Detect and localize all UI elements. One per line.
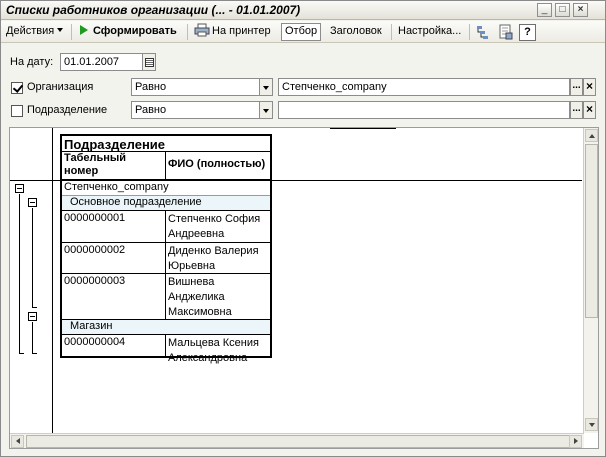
scroll-right-arrow-icon[interactable] — [569, 435, 582, 448]
dept-group-row: Основное подразделение — [62, 196, 270, 210]
org-condition-select[interactable]: Равно — [131, 78, 260, 96]
toolbar-separator — [71, 24, 72, 40]
dept-condition-select[interactable]: Равно — [131, 101, 260, 119]
chevron-down-icon[interactable] — [260, 101, 273, 119]
actions-menu-button[interactable]: Действия — [3, 23, 66, 41]
print-button[interactable]: На принтер — [191, 23, 274, 41]
toolbar-separator — [469, 24, 470, 40]
date-field[interactable]: 01.01.2007 — [60, 53, 143, 71]
help-button[interactable]: ? — [519, 24, 536, 41]
title-bar: Списки работников организации (... - 01.… — [1, 1, 605, 20]
collapse-dept-group-icon[interactable] — [28, 312, 37, 321]
org-pick-button[interactable]: ... — [570, 78, 583, 96]
report-table: Подразделение Табельный номер ФИО (полнос… — [60, 134, 272, 364]
column-header-fio: ФИО (полностью) — [168, 158, 266, 170]
org-filter-checkbox[interactable] — [11, 82, 23, 94]
tab-number-cell: 0000000002 — [64, 244, 126, 256]
group-bracket — [32, 208, 37, 308]
horizontal-scrollbar[interactable] — [10, 433, 584, 448]
toolbar-separator — [391, 24, 392, 40]
fio-cell: Диденко Валерия Юрьевна — [168, 245, 259, 272]
chevron-down-icon — [57, 28, 64, 32]
dept-filter-checkbox[interactable] — [11, 105, 23, 117]
printer-icon — [194, 23, 210, 37]
document-settings-icon[interactable] — [497, 24, 513, 40]
scroll-up-arrow-icon[interactable] — [585, 129, 598, 142]
calendar-icon[interactable] — [143, 53, 156, 71]
settings-button[interactable]: Настройка... — [395, 23, 464, 41]
report-window: Списки работников организации (... - 01.… — [0, 0, 606, 457]
dept-group-row: Магазин — [62, 320, 270, 334]
fio-cell: Мальцева Ксения Александровна — [168, 337, 259, 364]
fio-cell: Степченко София Андреевна — [168, 213, 261, 240]
maximize-button[interactable]: □ — [555, 3, 570, 17]
filter-toggle-button[interactable]: Отбор — [281, 23, 322, 41]
minimize-button[interactable]: _ — [537, 3, 552, 17]
org-row: Степченко_company — [62, 181, 270, 195]
group-bracket — [32, 322, 37, 354]
generate-button[interactable]: Сформировать — [77, 23, 180, 41]
horizontal-scroll-thumb[interactable] — [26, 435, 572, 448]
scroll-left-arrow-icon[interactable] — [11, 435, 24, 448]
window-title: Списки работников организации (... - 01.… — [6, 3, 301, 17]
dept-value-field[interactable] — [278, 101, 570, 119]
tab-number-cell: 0000000003 — [64, 275, 126, 287]
fio-cell: Вишнева Анджелика Максимовна — [168, 276, 232, 318]
dept-clear-button[interactable]: × — [583, 101, 596, 119]
tab-number-cell: 0000000001 — [64, 212, 126, 224]
vertical-scroll-thumb[interactable] — [585, 144, 598, 318]
date-label: На дату: — [10, 56, 54, 68]
column-header-tab: Табельный номер — [64, 152, 127, 177]
close-button[interactable]: × — [573, 3, 588, 17]
cell-cursor-mark — [330, 128, 396, 129]
org-clear-button[interactable]: × — [583, 78, 596, 96]
expand-groups-icon[interactable] — [475, 24, 491, 40]
header-toggle-button[interactable]: Заголовок — [327, 23, 385, 41]
tab-number-cell: 0000000004 — [64, 336, 126, 348]
vertical-scrollbar[interactable] — [583, 128, 598, 433]
grouping-gutter-line — [52, 128, 53, 433]
dept-filter-label: Подразделение — [27, 104, 108, 116]
play-icon — [80, 25, 88, 35]
scroll-down-arrow-icon[interactable] — [585, 418, 598, 431]
chevron-down-icon[interactable] — [260, 78, 273, 96]
org-value-field[interactable]: Степченко_company — [278, 78, 570, 96]
collapse-org-group-icon[interactable] — [15, 184, 24, 193]
group-bracket — [19, 194, 24, 354]
dept-pick-button[interactable]: ... — [570, 101, 583, 119]
group-header: Подразделение — [64, 137, 166, 152]
toolbar: Действия Сформировать На принтер Отбор З… — [1, 21, 605, 43]
collapse-dept-group-icon[interactable] — [28, 198, 37, 207]
toolbar-separator — [187, 24, 188, 40]
report-spreadsheet[interactable]: Подразделение Табельный номер ФИО (полнос… — [9, 127, 599, 449]
org-filter-label: Организация — [27, 81, 94, 93]
table-bottom-border — [60, 356, 272, 358]
